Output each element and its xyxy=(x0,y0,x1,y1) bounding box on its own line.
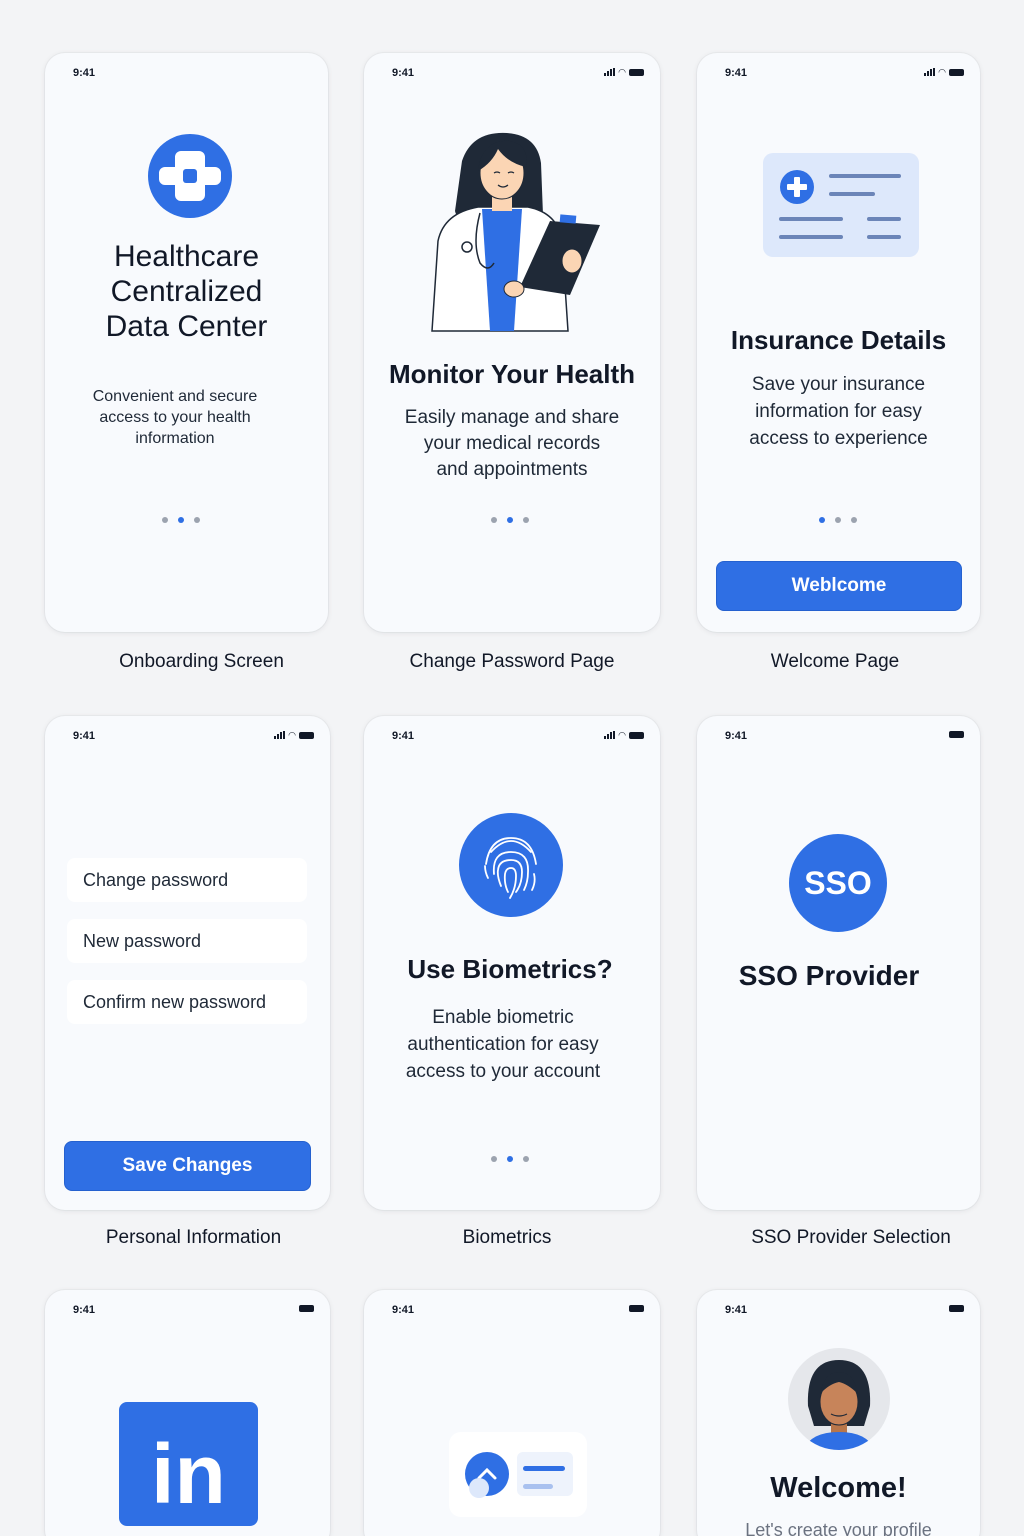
signal-icon xyxy=(274,731,286,739)
status-time: 9:41 xyxy=(392,1304,415,1316)
wifi-icon: ◠ xyxy=(618,730,626,740)
welcome-caption: Welcome Page xyxy=(770,651,900,672)
page-dot xyxy=(523,1156,529,1162)
page-dot xyxy=(491,517,497,523)
monitor-health-description: Easily manage and share your medical rec… xyxy=(404,407,620,480)
wifi-icon: ◠ xyxy=(618,67,626,77)
doctor-illustration xyxy=(422,131,612,336)
status-time: 9:41 xyxy=(73,1304,96,1316)
insurance-title: Insurance Details xyxy=(730,325,947,355)
personal-information-screen: 9:41 ◠ Change password New password Conf… xyxy=(45,716,330,1210)
biometrics-description: Enable biometric authentication for easy… xyxy=(405,1007,601,1082)
change-password-screen: 9:41 ◠ Monitor Your Health Easily manage… xyxy=(364,53,660,632)
battery-icon xyxy=(949,68,964,76)
monitor-health-title: Monitor Your Health xyxy=(388,359,636,389)
status-time: 9:41 xyxy=(725,1304,748,1316)
status-time: 9:41 xyxy=(725,67,748,79)
linkedin-icon[interactable]: in xyxy=(119,1402,258,1526)
status-time: 9:41 xyxy=(725,730,748,742)
status-time: 9:41 xyxy=(392,67,415,79)
welcome-profile-screen: 9:41 Welcome! Let's create your profile xyxy=(697,1290,980,1536)
battery-icon xyxy=(629,68,644,76)
page-dot xyxy=(491,1156,497,1162)
welcome-profile-description: Let's create your profile xyxy=(745,1520,932,1536)
sso-badge-label: SSO xyxy=(804,864,872,901)
onboarding-description: Convenient and secure access to your hea… xyxy=(92,388,258,447)
status-time: 9:41 xyxy=(73,67,96,79)
save-changes-button[interactable]: Save Changes xyxy=(64,1141,311,1191)
page-dot-active xyxy=(507,1156,513,1162)
linkedin-logo-text: in xyxy=(151,1427,226,1521)
battery-icon xyxy=(949,731,964,738)
welcome-screen: 9:41 ◠ Insurance Details Save your insur… xyxy=(697,53,980,632)
battery-icon xyxy=(629,731,644,739)
battery-icon xyxy=(949,1305,964,1312)
page-dot-active xyxy=(819,517,825,523)
page-indicator[interactable] xyxy=(819,517,857,523)
status-icons xyxy=(299,1305,314,1312)
change-password-caption: Change Password Page xyxy=(409,651,615,672)
biometrics-screen: 9:41 ◠ Use Biometrics? Enable biometric … xyxy=(364,716,660,1210)
biometrics-caption: Biometrics xyxy=(462,1227,552,1248)
biometrics-title: Use Biometrics? xyxy=(407,954,613,984)
sso-badge: SSO xyxy=(789,834,887,932)
sso-provider-screen: 9:41 SSO SSO Provider xyxy=(697,716,980,1210)
change-password-field[interactable]: Change password xyxy=(67,858,307,902)
page-dot xyxy=(194,517,200,523)
page-dot-active xyxy=(507,517,513,523)
onboarding-screen: 9:41 Healthcare Centralized Data Center … xyxy=(45,53,328,632)
battery-icon xyxy=(299,731,314,739)
status-icons: ◠ xyxy=(274,730,314,740)
wifi-icon: ◠ xyxy=(288,730,296,740)
sso-caption: SSO Provider Selection xyxy=(751,1227,951,1248)
fingerprint-icon xyxy=(458,812,564,918)
welcome-profile-title: Welcome! xyxy=(770,1472,907,1504)
personal-information-caption: Personal Information xyxy=(105,1227,282,1248)
page-dot xyxy=(162,517,168,523)
onboarding-caption: Onboarding Screen xyxy=(119,651,284,672)
battery-icon xyxy=(629,1305,644,1312)
onboarding-title: Healthcare Centralized Data Center xyxy=(105,240,268,343)
confirm-password-field[interactable]: Confirm new password xyxy=(67,980,307,1024)
status-time: 9:41 xyxy=(73,730,96,742)
signal-icon xyxy=(604,68,616,76)
page-indicator[interactable] xyxy=(491,1156,529,1162)
page-dot xyxy=(851,517,857,523)
status-icons xyxy=(629,1305,644,1312)
profile-card-illustration xyxy=(449,1432,587,1517)
status-icons xyxy=(949,1305,964,1312)
wifi-icon: ◠ xyxy=(938,67,946,77)
status-icons: ◠ xyxy=(604,730,644,740)
status-time: 9:41 xyxy=(392,730,415,742)
insurance-card-illustration xyxy=(763,153,919,257)
avatar xyxy=(788,1348,890,1450)
page-indicator[interactable] xyxy=(162,517,200,523)
sso-title: SSO Provider xyxy=(738,960,920,991)
page-indicator[interactable] xyxy=(491,517,529,523)
signal-icon xyxy=(604,731,616,739)
welcome-button[interactable]: Weblcome xyxy=(716,561,962,611)
status-icons: ◠ xyxy=(604,67,644,77)
signal-icon xyxy=(924,68,936,76)
page-dot xyxy=(835,517,841,523)
status-icons xyxy=(949,731,964,738)
linkedin-screen: 9:41 in xyxy=(45,1290,330,1536)
status-icons: ◠ xyxy=(924,67,964,77)
page-dot xyxy=(523,517,529,523)
battery-icon xyxy=(299,1305,314,1312)
insurance-description: Save your insurance information for easy… xyxy=(749,374,928,449)
medical-cross-icon xyxy=(147,133,233,219)
page-dot-active xyxy=(178,517,184,523)
new-password-field[interactable]: New password xyxy=(67,919,307,963)
profile-card-screen: 9:41 xyxy=(364,1290,660,1536)
